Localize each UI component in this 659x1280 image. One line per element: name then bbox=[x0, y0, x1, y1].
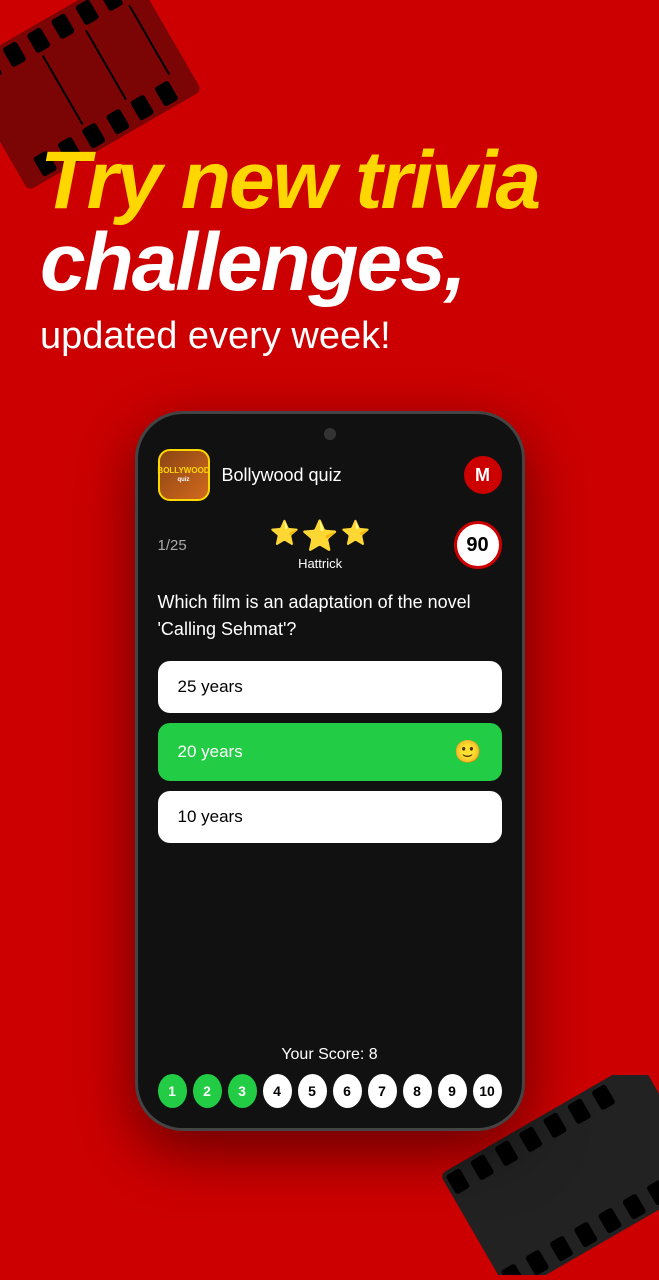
header-line3: updated every week! bbox=[40, 312, 619, 361]
header-section: Try new trivia challenges, updated every… bbox=[0, 0, 659, 391]
num-circle-8[interactable]: 8 bbox=[403, 1074, 432, 1108]
stars-section: ⭐ ⭐ ⭐ Hattrick bbox=[270, 519, 371, 571]
star-1: ⭐ bbox=[270, 519, 300, 554]
num-circle-5[interactable]: 5 bbox=[298, 1074, 327, 1108]
timer-circle: 90 bbox=[454, 521, 502, 569]
answer-text-3: 10 years bbox=[178, 807, 243, 827]
phone-container: BOLLYWOODquiz Bollywood quiz M 1/25 ⭐ ⭐ … bbox=[0, 411, 659, 1131]
phone-mockup: BOLLYWOODquiz Bollywood quiz M 1/25 ⭐ ⭐ … bbox=[135, 411, 525, 1131]
hattrick-label: Hattrick bbox=[298, 556, 342, 571]
star-2: ⭐ bbox=[301, 519, 338, 554]
answer-option-1[interactable]: 25 years bbox=[158, 661, 502, 713]
header-line1: Try new trivia bbox=[40, 140, 619, 222]
num-circle-2[interactable]: 2 bbox=[193, 1074, 222, 1108]
header-line2: challenges, bbox=[40, 222, 619, 304]
num-circle-9[interactable]: 9 bbox=[438, 1074, 467, 1108]
num-circle-4[interactable]: 4 bbox=[263, 1074, 292, 1108]
stars: ⭐ ⭐ ⭐ bbox=[270, 519, 371, 554]
num-circle-10[interactable]: 10 bbox=[473, 1074, 502, 1108]
quiz-title: Bollywood quiz bbox=[222, 465, 464, 486]
star-3: ⭐ bbox=[341, 519, 371, 554]
num-circle-7[interactable]: 7 bbox=[368, 1074, 397, 1108]
phone-content: BOLLYWOODquiz Bollywood quiz M 1/25 ⭐ ⭐ … bbox=[138, 414, 522, 1128]
num-circle-1[interactable]: 1 bbox=[158, 1074, 187, 1108]
answer-text-2: 20 years bbox=[178, 742, 243, 762]
phone-notch bbox=[324, 428, 336, 440]
question-text: Which film is an adaptation of the novel… bbox=[158, 589, 502, 643]
number-circles: 12345678910 bbox=[158, 1074, 502, 1108]
quiz-header: BOLLYWOODquiz Bollywood quiz M bbox=[158, 449, 502, 501]
answer-option-2[interactable]: 20 years 🙂 bbox=[158, 723, 502, 781]
progress-count: 1/25 bbox=[158, 537, 187, 554]
quiz-icon: BOLLYWOODquiz bbox=[158, 449, 210, 501]
answer-option-3[interactable]: 10 years bbox=[158, 791, 502, 843]
answer-text-1: 25 years bbox=[178, 677, 243, 697]
user-avatar: M bbox=[464, 456, 502, 494]
score-label: Your Score: 8 bbox=[158, 1046, 502, 1064]
score-section: Your Score: 8 12345678910 bbox=[158, 1036, 502, 1108]
num-circle-3[interactable]: 3 bbox=[228, 1074, 257, 1108]
progress-row: 1/25 ⭐ ⭐ ⭐ Hattrick 90 bbox=[158, 519, 502, 571]
answer-emoji-2: 🙂 bbox=[454, 739, 481, 765]
num-circle-6[interactable]: 6 bbox=[333, 1074, 362, 1108]
